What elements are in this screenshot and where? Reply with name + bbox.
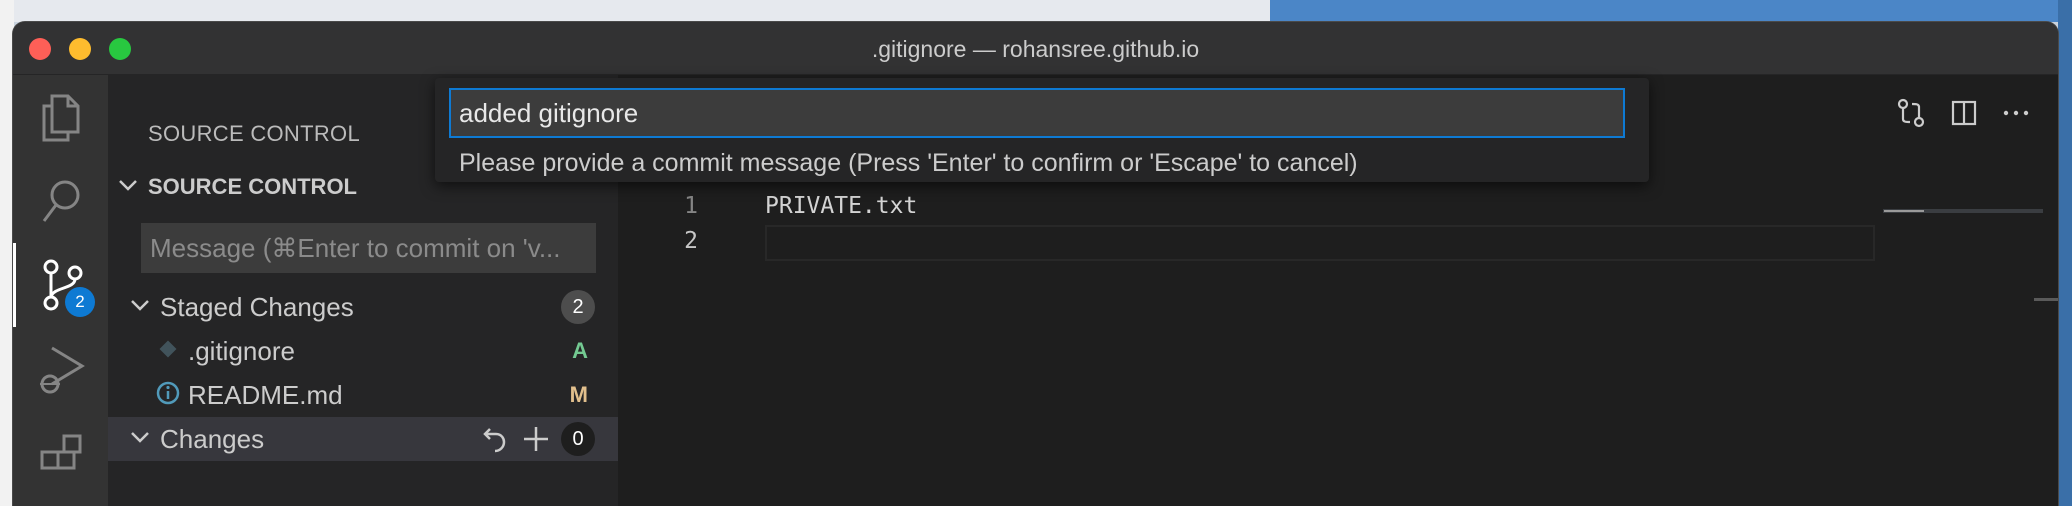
info-icon <box>148 381 188 410</box>
editor-actions <box>1896 97 2030 129</box>
source-control-badge: 2 <box>65 287 95 317</box>
code-line[interactable]: PRIVATE.txt <box>765 193 917 219</box>
commit-message-quick-input[interactable] <box>449 88 1625 138</box>
file-status-added: A <box>572 338 588 363</box>
file-name: .gitignore <box>188 335 295 366</box>
staged-changes-group[interactable]: Staged Changes 2 <box>108 285 618 329</box>
files-icon <box>42 94 79 142</box>
current-line-highlight <box>765 225 1875 261</box>
activity-search[interactable] <box>13 159 108 243</box>
activity-run-debug[interactable] <box>13 327 108 411</box>
activity-bar: 2 <box>13 75 108 506</box>
git-diamond-icon <box>148 338 188 365</box>
quick-input-widget: Please provide a commit message (Press '… <box>435 78 1649 182</box>
chevron-down-icon <box>108 178 148 197</box>
staged-file-readme[interactable]: README.md M <box>108 373 618 417</box>
desktop-background-right <box>1270 0 2072 22</box>
desktop-background-left <box>0 0 14 506</box>
changes-label: Changes <box>160 423 265 454</box>
activity-source-control[interactable]: 2 <box>13 243 108 327</box>
source-control-section-title: SOURCE CONTROL <box>148 174 357 199</box>
desktop-background-edge <box>2058 0 2072 506</box>
line-number: 2 <box>684 228 698 254</box>
quick-input-message: Please provide a commit message (Press '… <box>459 149 1358 177</box>
chevron-down-icon <box>120 298 160 317</box>
discard-changes-icon[interactable] <box>482 425 508 453</box>
search-icon <box>42 180 79 222</box>
changes-actions <box>482 425 550 453</box>
commit-message-input[interactable]: Message (⌘Enter to commit on 'v... <box>141 223 596 273</box>
chevron-down-icon <box>120 430 160 449</box>
run-debug-icon <box>39 346 85 394</box>
file-status-modified: M <box>569 382 588 407</box>
title-bar: .gitignore — rohansree.github.io <box>13 22 2058 75</box>
extensions-icon <box>40 434 81 470</box>
split-editor-icon[interactable] <box>1950 99 1978 127</box>
minimap-content <box>1884 210 1924 212</box>
vscode-window: .gitignore — rohansree.github.io 2 SOURC… <box>13 22 2058 506</box>
activity-extensions[interactable] <box>13 411 108 495</box>
more-actions-icon[interactable] <box>2002 99 2030 127</box>
sidebar-header: SOURCE CONTROL <box>148 121 360 146</box>
line-number: 1 <box>684 193 698 219</box>
changes-group[interactable]: Changes 0 <box>108 417 618 461</box>
open-changes-icon[interactable] <box>1896 97 1926 129</box>
changes-count-badge: 0 <box>561 422 595 456</box>
stage-all-changes-icon[interactable] <box>522 425 550 453</box>
staged-file-gitignore[interactable]: .gitignore A <box>108 329 618 373</box>
staged-count-badge: 2 <box>561 290 595 324</box>
scrollbar-thumb[interactable] <box>2034 298 2058 301</box>
window-title: .gitignore — rohansree.github.io <box>871 36 1200 62</box>
activity-explorer[interactable] <box>13 75 108 159</box>
file-name: README.md <box>188 379 343 410</box>
staged-changes-label: Staged Changes <box>160 291 354 322</box>
